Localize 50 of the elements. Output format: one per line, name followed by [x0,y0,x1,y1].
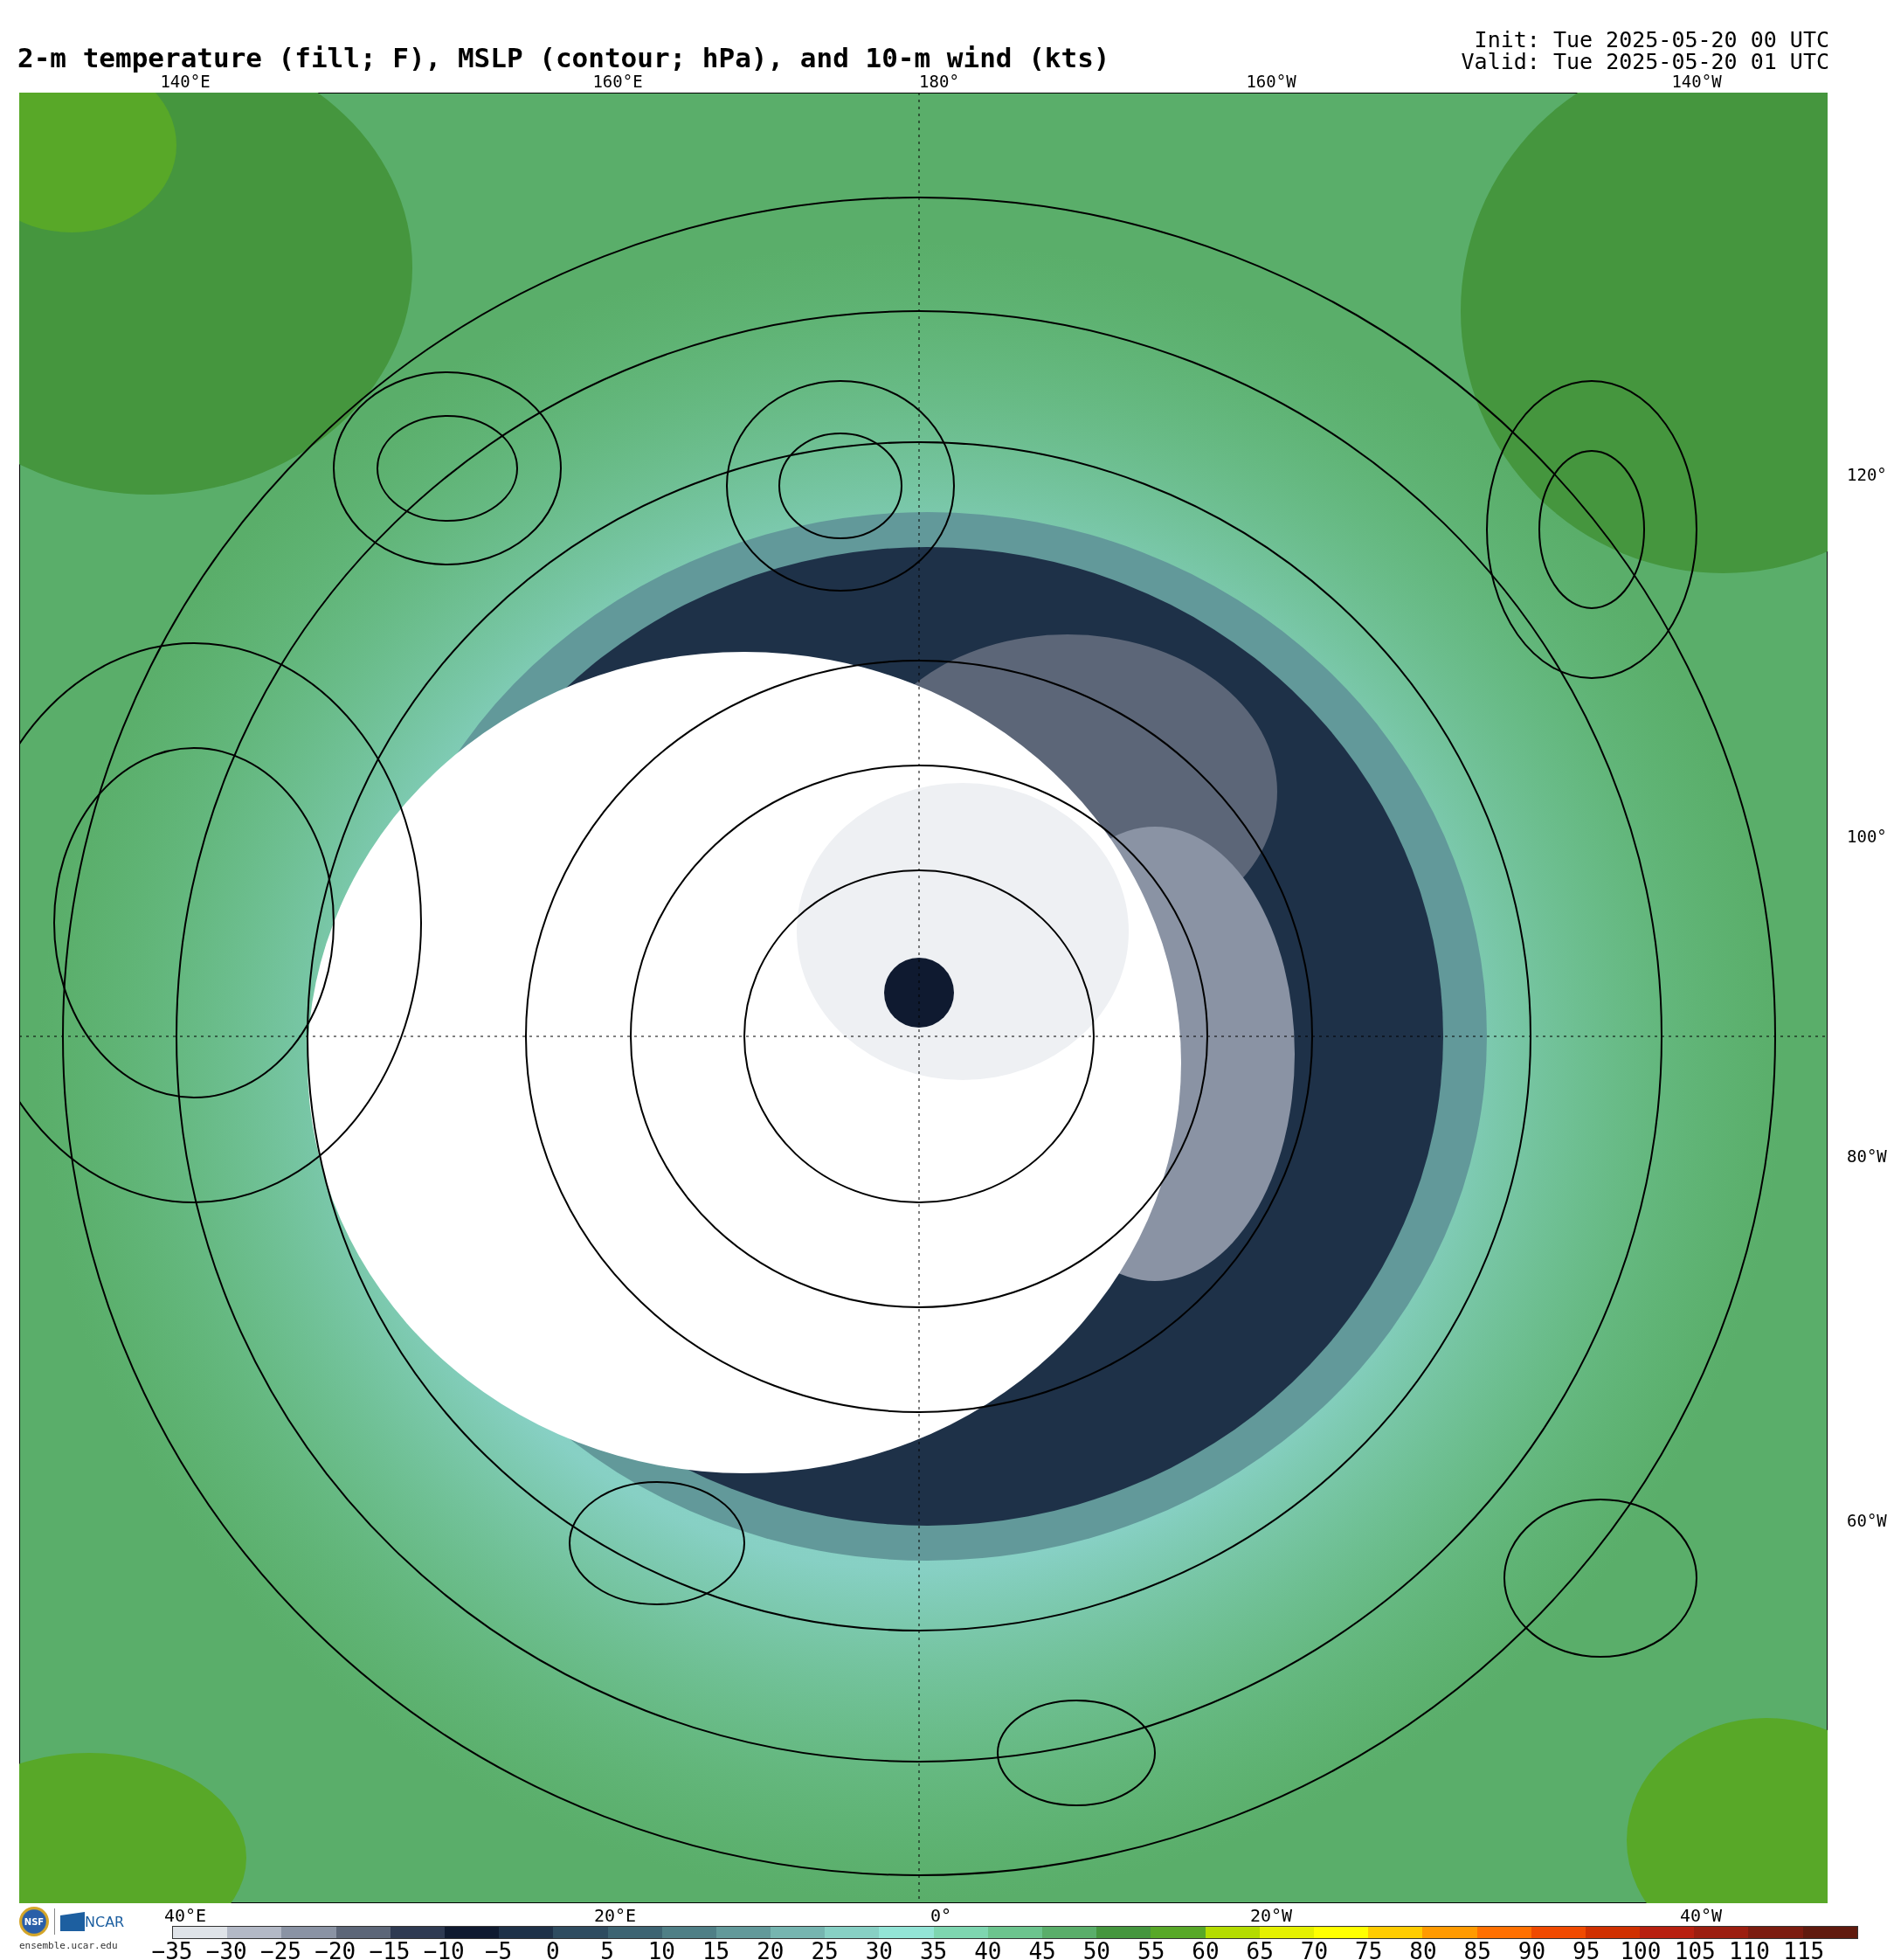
longitude-label: 180° [919,73,959,90]
colorbar-tick-label: −25 [260,1939,301,1960]
longitude-label: 160°W [1246,73,1296,90]
colorbar-tick-label: 95 [1572,1939,1600,1960]
colorbar-tick-label: 115 [1783,1939,1825,1960]
colorbar-tick-label: 50 [1082,1939,1111,1960]
latitude-label: 100° [1847,828,1887,845]
colorbar-tick-label: 70 [1300,1939,1329,1960]
colorbar-tick-label: −35 [151,1939,193,1960]
colorbar-tick-label: 90 [1517,1939,1546,1960]
init-time: Init: Tue 2025-05-20 00 UTC [1473,29,1829,51]
colorbar-tick-label: −10 [423,1939,465,1960]
colorbar-tick-label: 65 [1246,1939,1274,1960]
nsf-logo: NSF [19,1907,49,1936]
valid-time: Valid: Tue 2025-05-20 01 UTC [1461,51,1829,73]
longitude-label: 0° [930,1907,952,1924]
colorbar-tick-label: −15 [369,1939,411,1960]
colorbar-tick-label: 55 [1137,1939,1165,1960]
longitude-label: 160°E [592,73,643,90]
latitude-label: 80°W [1847,1147,1887,1165]
colorbar-tick-label: 0 [545,1939,560,1960]
colorbar-tick-label: 15 [702,1939,730,1960]
colorbar-tick-label: −30 [205,1939,247,1960]
colorbar-tick-label: 110 [1729,1939,1770,1960]
colorbar-tick-label: 30 [865,1939,893,1960]
colorbar-tick-label: 40 [974,1939,1002,1960]
longitude-label: 140°W [1671,73,1722,90]
latitude-label: 120° [1847,466,1887,483]
colorbar-tick-label: 45 [1028,1939,1056,1960]
colorbar-tick-label: 75 [1355,1939,1383,1960]
colorbar-tick-label: 80 [1409,1939,1437,1960]
latitude-label: 60°W [1847,1512,1887,1529]
colorbar-tick-label: 10 [647,1939,675,1960]
colorbar-tick-label: 100 [1620,1939,1662,1960]
colorbar-tick-label: 85 [1463,1939,1491,1960]
colorbar-tick-label: 35 [919,1939,948,1960]
longitude-label: 20°W [1249,1907,1293,1924]
colorbar-tick-label: 105 [1674,1939,1716,1960]
colorbar-tick-label: 25 [811,1939,839,1960]
longitude-label: 40°W [1679,1907,1723,1924]
longitude-label: 20°E [593,1907,637,1924]
colorbar-tick-label: −5 [484,1939,513,1960]
colorbar-tick-label: −20 [314,1939,356,1960]
longitude-label: 140°E [160,73,211,90]
ncar-logo-icon [60,1912,85,1931]
ncar-logo-text: NCAR [85,1913,125,1930]
colorbar-tick-label: 60 [1192,1939,1220,1960]
longitude-label: 40°E [163,1907,207,1924]
colorbar-tick-label: 20 [757,1939,785,1960]
colorbar-tick-label: 5 [600,1939,614,1960]
